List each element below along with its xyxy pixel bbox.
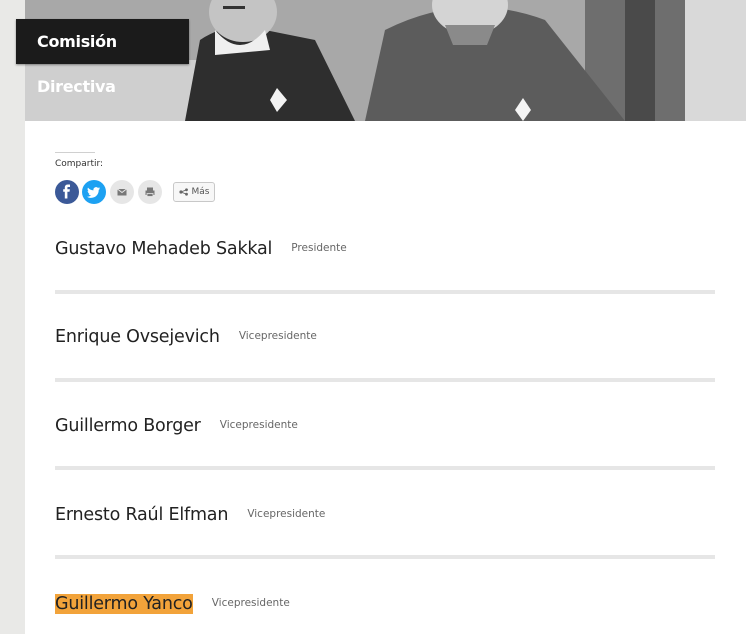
- print-icon: [145, 187, 155, 197]
- member-role: Vicepresidente: [238, 330, 317, 342]
- member-divider: [55, 378, 715, 382]
- more-share-icon: [178, 188, 188, 196]
- member-item: Ernesto Raúl Elfman Vicepresidente: [55, 505, 715, 525]
- share-facebook-button[interactable]: [55, 180, 79, 204]
- member-item: Guillermo Yanco Vicepresidente: [55, 594, 715, 614]
- member-name: Gustavo Mehadeb Sakkal: [55, 239, 273, 259]
- member-role: Vicepresidente: [247, 508, 326, 520]
- member-item: Gustavo Mehadeb Sakkal Presidente: [55, 239, 715, 259]
- email-icon: [117, 188, 127, 196]
- member-name-highlighted: Guillermo Yanco: [55, 594, 193, 614]
- member-role: Vicepresidente: [219, 419, 298, 431]
- member-divider: [55, 290, 715, 294]
- share-email-button[interactable]: [110, 180, 134, 204]
- share-separator: [55, 152, 95, 153]
- member-name: Guillermo Borger: [55, 416, 201, 436]
- twitter-icon: [87, 187, 100, 198]
- facebook-icon: [63, 184, 70, 199]
- share-more-label: Más: [191, 187, 210, 197]
- member-role: Vicepresidente: [211, 597, 290, 609]
- member-name: Enrique Ovsejevich: [55, 327, 220, 347]
- member-item: Enrique Ovsejevich Vicepresidente: [55, 327, 715, 347]
- member-role: Presidente: [291, 242, 347, 254]
- member-divider: [55, 466, 715, 470]
- member-item: Guillermo Borger Vicepresidente: [55, 416, 715, 436]
- share-more-button[interactable]: Más: [173, 182, 215, 202]
- member-name: Ernesto Raúl Elfman: [55, 505, 229, 525]
- member-divider: [55, 555, 715, 559]
- share-print-button[interactable]: [138, 180, 162, 204]
- share-label: Compartir:: [55, 159, 104, 169]
- page-title: Comisión Directiva: [16, 19, 189, 96]
- content-card: Compartir: Más Gustavo Mehadeb Sakkal Pr…: [25, 0, 746, 634]
- share-twitter-button[interactable]: [82, 180, 106, 204]
